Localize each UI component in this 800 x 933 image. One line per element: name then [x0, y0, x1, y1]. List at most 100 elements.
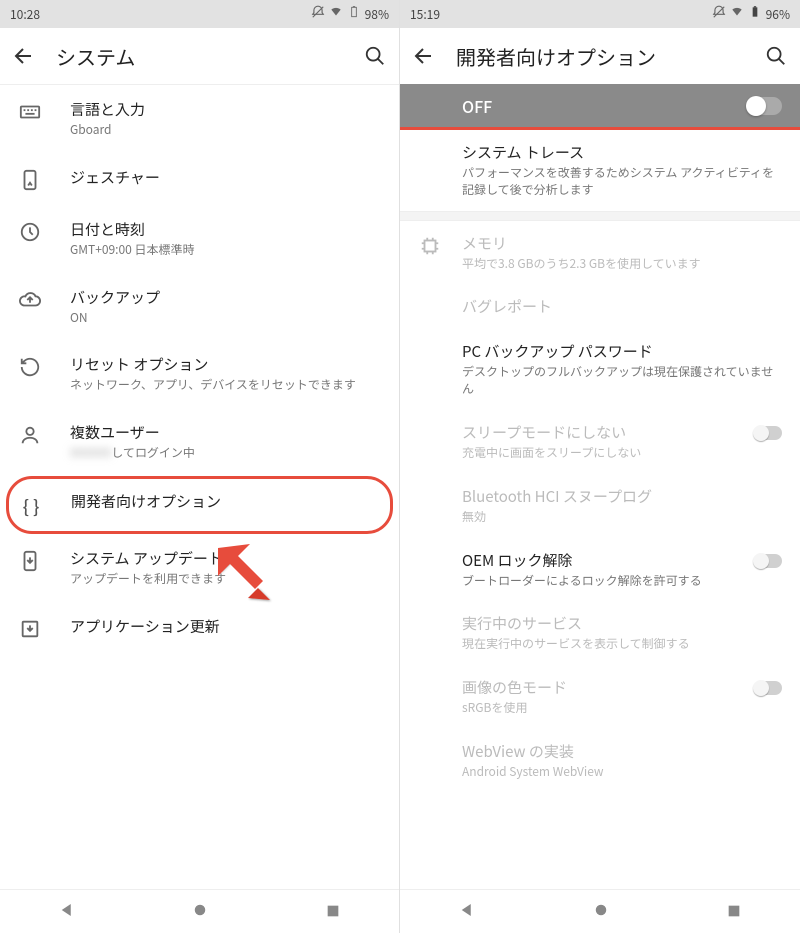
app-bar-left: システム — [0, 28, 399, 84]
item-running-services[interactable]: 実行中のサービス現在実行中のサービスを表示して制御する — [400, 601, 800, 665]
item-reset[interactable]: リセット オプションネットワーク、アプリ、デバイスをリセットできます — [0, 340, 399, 408]
item-language-input[interactable]: 言語と入力 Gboard — [0, 85, 399, 153]
item-system-trace[interactable]: システム トレースパフォーマンスを改善するためシステム アクティビティを記録して… — [400, 130, 800, 211]
battery-pct: 98% — [365, 6, 389, 23]
toggle-switch[interactable] — [754, 426, 782, 440]
item-sub: GMT+09:00 日本標準時 — [70, 242, 379, 259]
status-bar-right: 15:19 96% — [400, 0, 800, 28]
gesture-icon — [18, 169, 42, 191]
item-sub: デスクトップのフルバックアップは現在保護されていません — [462, 364, 782, 398]
nav-bar — [0, 889, 399, 933]
item-title: 言語と入力 — [70, 99, 379, 120]
item-sub: 現在実行中のサービスを表示して制御する — [462, 636, 782, 653]
item-gesture[interactable]: ジェスチャー — [0, 153, 399, 205]
nav-home-icon[interactable] — [191, 900, 209, 924]
reset-icon — [18, 356, 42, 378]
nav-recent-icon[interactable] — [726, 900, 742, 924]
item-sub: 平均で3.8 GBのうち2.3 GBを使用しています — [462, 256, 782, 273]
battery-icon — [347, 5, 361, 23]
status-bar-left: 10:28 98% — [0, 0, 399, 28]
item-bug-report[interactable]: バグレポート — [400, 284, 800, 329]
section-divider — [400, 211, 800, 221]
item-sub: XXXXXXしてログイン中 — [70, 445, 379, 462]
item-backup[interactable]: バックアップ ON — [0, 273, 399, 341]
wifi-icon — [730, 5, 744, 23]
nav-bar — [400, 889, 800, 933]
item-datetime[interactable]: 日付と時刻 GMT+09:00 日本標準時 — [0, 205, 399, 273]
item-sub: Android System WebView — [462, 764, 782, 781]
item-bluetooth-hci[interactable]: Bluetooth HCI スヌープログ無効 — [400, 474, 800, 538]
master-toggle-bar[interactable]: OFF — [400, 84, 800, 130]
item-stay-awake[interactable]: スリープモードにしない充電中に画面をスリープにしない — [400, 410, 800, 474]
item-title: ジェスチャー — [70, 167, 379, 188]
item-title: 実行中のサービス — [462, 613, 782, 634]
item-color-mode[interactable]: 画像の色モード sRGBを使用 — [400, 665, 800, 729]
user-icon — [18, 424, 42, 446]
nav-back-icon[interactable] — [58, 900, 76, 924]
item-title: スリープモードにしない — [462, 422, 744, 443]
page-title: 開発者向けオプション — [456, 42, 744, 71]
item-sub: ブートローダーによるロック解除を許可する — [462, 573, 744, 590]
item-title: Bluetooth HCI スヌープログ — [462, 486, 782, 507]
search-icon[interactable] — [363, 44, 387, 68]
app-bar-right: 開発者向けオプション — [400, 28, 800, 84]
master-toggle-label: OFF — [462, 94, 492, 118]
dnd-icon — [311, 5, 325, 23]
toggle-switch[interactable] — [754, 554, 782, 568]
right-panel: 15:19 96% 開発者向けオプション OFF システム トレースパフォーマン… — [400, 0, 800, 933]
keyboard-icon — [18, 101, 42, 123]
master-toggle-switch[interactable] — [748, 97, 782, 115]
item-title: OEM ロック解除 — [462, 550, 744, 571]
item-multiuser[interactable]: 複数ユーザー XXXXXXしてログイン中 — [0, 408, 399, 476]
chip-icon — [418, 235, 442, 257]
settings-list: 言語と入力Gboard ジェスチャー 日付と時刻GMT+09:00 日本標準時 … — [0, 85, 399, 889]
item-sub: 充電中に画面をスリープにしない — [462, 445, 744, 462]
item-sub: ON — [70, 310, 379, 327]
item-sub: sRGBを使用 — [462, 700, 744, 717]
wifi-icon — [329, 5, 343, 23]
item-title: バックアップ — [70, 287, 379, 308]
nav-recent-icon[interactable] — [325, 900, 341, 924]
cloud-upload-icon — [18, 289, 42, 311]
dev-options-list: システム トレースパフォーマンスを改善するためシステム アクティビティを記録して… — [400, 130, 800, 889]
clock-icon — [18, 221, 42, 243]
item-title: 画像の色モード — [462, 677, 744, 698]
item-title: リセット オプション — [70, 354, 379, 375]
left-panel: 10:28 98% システム 言語と入力 Gboard ジェスチャー 日付と時刻 G… — [0, 0, 400, 933]
status-time: 15:19 — [410, 6, 440, 23]
annotation-arrow-icon — [200, 530, 290, 620]
item-title: PC バックアップ パスワード — [462, 341, 782, 362]
item-title: WebView の実装 — [462, 741, 782, 762]
item-pc-backup-password[interactable]: PC バックアップ パスワードデスクトップのフルバックアップは現在保護されていま… — [400, 329, 800, 410]
toggle-switch[interactable] — [754, 681, 782, 695]
status-icons: 98% — [311, 5, 389, 23]
item-title: 開発者向けオプション — [71, 491, 376, 512]
item-developer-options[interactable]: { } 開発者向けオプション — [6, 476, 393, 534]
battery-pct: 96% — [766, 6, 790, 23]
item-sub: 無効 — [462, 509, 782, 526]
item-title: システム トレース — [462, 142, 782, 163]
braces-icon: { } — [19, 493, 43, 519]
item-title: バグレポート — [462, 296, 782, 317]
update-icon — [18, 550, 42, 572]
status-icons: 96% — [712, 5, 790, 23]
item-title: 日付と時刻 — [70, 219, 379, 240]
item-sub: Gboard — [70, 122, 379, 139]
item-webview-impl[interactable]: WebView の実装 Android System WebView — [400, 729, 800, 793]
item-sub: パフォーマンスを改善するためシステム アクティビティを記録して後で分析します — [462, 165, 782, 199]
search-icon[interactable] — [764, 44, 788, 68]
download-icon — [18, 618, 42, 640]
dnd-icon — [712, 5, 726, 23]
back-icon[interactable] — [412, 44, 436, 68]
item-title: 複数ユーザー — [70, 422, 379, 443]
item-memory[interactable]: メモリ平均で3.8 GBのうち2.3 GBを使用しています — [400, 221, 800, 285]
page-title: システム — [56, 42, 343, 71]
item-title: メモリ — [462, 233, 782, 254]
back-icon[interactable] — [12, 44, 36, 68]
item-oem-unlock[interactable]: OEM ロック解除ブートローダーによるロック解除を許可する — [400, 538, 800, 602]
nav-home-icon[interactable] — [592, 900, 610, 924]
status-time: 10:28 — [10, 6, 40, 23]
battery-icon — [748, 5, 762, 23]
item-sub: ネットワーク、アプリ、デバイスをリセットできます — [70, 377, 379, 394]
nav-back-icon[interactable] — [458, 900, 476, 924]
